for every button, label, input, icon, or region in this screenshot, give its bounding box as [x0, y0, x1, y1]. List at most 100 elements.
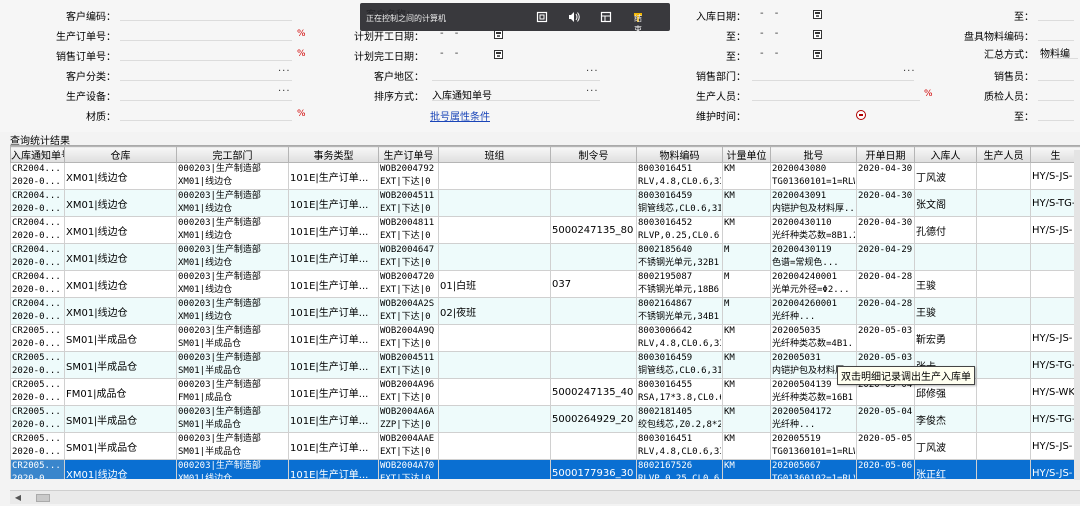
col-header[interactable]: 仓库	[64, 146, 177, 163]
more-button[interactable]: ···	[278, 66, 291, 77]
cell-warehouse[interactable]: XM01|线边仓	[64, 216, 177, 244]
cell-transaction-type[interactable]: 101E|生产订单...	[288, 405, 379, 433]
cell-material-code[interactable]: 8002181405 绞包线芯,Z0.2,8*2.0,3.8,36B1.3+8B4…	[636, 405, 723, 433]
cell-team[interactable]	[438, 378, 551, 406]
cell-mo-no[interactable]	[550, 189, 637, 217]
cell-unit[interactable]: M	[722, 297, 771, 325]
calendar-icon[interactable]	[813, 10, 822, 19]
cell-receiver[interactable]	[914, 243, 977, 271]
sales-order-input[interactable]	[120, 47, 292, 61]
cell-material-code[interactable]: 8002164867 不锈钢光单元,34B1.3+2B4,Φ3.80,常规色谱	[636, 297, 723, 325]
col-header[interactable]: 生	[1030, 146, 1080, 163]
cell-production-order[interactable]: WOB2004A2S EXT|下达|0	[378, 297, 439, 325]
cell-team[interactable]	[438, 189, 551, 217]
cell-producer[interactable]	[976, 189, 1031, 217]
cell-material-code[interactable]: 8002167526 RLVP,0.25,CL0.6,2.7,12B1.2	[636, 459, 723, 479]
cell-production-order[interactable]: WOB2004792 EXT|下达|0	[378, 162, 439, 190]
cell-mo-no[interactable]: 5000177936_30	[550, 459, 637, 479]
cell-mo-no[interactable]	[550, 324, 637, 352]
calendar-icon[interactable]	[813, 50, 822, 59]
cell-extra[interactable]	[1030, 297, 1080, 325]
cell-team[interactable]: 01|白班	[438, 270, 551, 298]
cell-warehouse[interactable]: XM01|线边仓	[64, 270, 177, 298]
table-row[interactable]: CR2005... 2020-0... XM01|线边仓 000203|生产制造部 XM…	[10, 459, 1080, 479]
col-header[interactable]: 开单日期	[856, 146, 915, 163]
cell-notice-no[interactable]: CR2004... 2020-0...	[10, 270, 65, 298]
cell-team[interactable]	[438, 351, 551, 379]
cell-dept[interactable]: 000203|生产制造部 SM01|半成品仓	[176, 351, 289, 379]
customer-category-input[interactable]	[120, 67, 292, 81]
cell-material-code[interactable]: 8003016451 RLV,4.8,CL0.6,3IA1,2.7,16B1.2	[636, 162, 723, 190]
cell-producer[interactable]	[976, 243, 1031, 271]
cell-extra[interactable]	[1030, 270, 1080, 298]
cell-material-code[interactable]: 8003016455 RSA,17*3.8,CL0.6,2.7,16B1.2	[636, 378, 723, 406]
cell-material-code[interactable]: 8003016451 RLV,4.8,CL0.6,3IA1,2.7,16B1.2	[636, 432, 723, 460]
table-row[interactable]: CR2005... 2020-0... SM01|半成品仓 000203|生产制造部 S…	[10, 405, 1080, 433]
cell-transaction-type[interactable]: 101E|生产订单...	[288, 432, 379, 460]
production-order-input[interactable]	[120, 27, 292, 41]
plan-end-date-to[interactable]: - -	[760, 48, 782, 59]
cell-receiver[interactable]: 李俊杰	[914, 405, 977, 433]
cell-material-code[interactable]: 8003016459 铜管线芯,CL0.6,3IA1,2.7,16B1.2	[636, 189, 723, 217]
cell-warehouse[interactable]: XM01|线边仓	[64, 243, 177, 271]
cell-producer[interactable]	[976, 324, 1031, 352]
cell-production-order[interactable]: WOB2004AAE EXT|下达|0	[378, 432, 439, 460]
cell-producer[interactable]	[976, 405, 1031, 433]
inbound-date-to2[interactable]: - -	[760, 28, 782, 39]
cell-receiver[interactable]: 王骏	[914, 270, 977, 298]
cell-mo-no[interactable]: 5000264929_20	[550, 405, 637, 433]
cell-receiver[interactable]: 张正红	[914, 459, 977, 479]
qc-person-input[interactable]	[1038, 87, 1074, 101]
col-header[interactable]: 入库通知单号	[10, 146, 65, 163]
cell-production-order[interactable]: WOB2004647 EXT|下达|0	[378, 243, 439, 271]
calendar-icon[interactable]	[494, 50, 503, 59]
cell-transaction-type[interactable]: 101E|生产订单...	[288, 324, 379, 352]
calendar-icon[interactable]	[494, 30, 503, 39]
cell-warehouse[interactable]: SM01|半成品仓	[64, 432, 177, 460]
cell-date[interactable]: 2020-05-05	[856, 432, 915, 460]
cell-material-code[interactable]: 8003016452 RLVP,0.25,CL0.6,2.7,8B1.2	[636, 216, 723, 244]
cell-team[interactable]	[438, 162, 551, 190]
cell-notice-no[interactable]: CR2005... 2020-0...	[10, 324, 65, 352]
cell-unit[interactable]: KM	[722, 189, 771, 217]
cell-notice-no[interactable]: CR2005... 2020-0...	[10, 405, 65, 433]
table-row[interactable]: CR2004... 2020-0... XM01|线边仓 000203|生产制造部 XM…	[10, 189, 1080, 217]
cell-transaction-type[interactable]: 101E|生产订单...	[288, 351, 379, 379]
cell-batch[interactable]: 2020043080 TG01360101=1=RLW...	[770, 162, 857, 190]
cell-date[interactable]: 2020-04-30	[856, 216, 915, 244]
col-header[interactable]: 计量单位	[722, 146, 771, 163]
cell-team[interactable]	[438, 324, 551, 352]
cell-extra[interactable]: HY/S-JS-	[1030, 162, 1080, 190]
cell-extra[interactable]: HY/S-JS-	[1030, 432, 1080, 460]
col-header[interactable]: 生产订单号	[378, 146, 439, 163]
cell-transaction-type[interactable]: 101E|生产订单...	[288, 243, 379, 271]
cell-batch[interactable]: 202004240001 光单元外径=Φ2...	[770, 270, 857, 298]
cell-receiver[interactable]: 靳宏勇	[914, 324, 977, 352]
cell-unit[interactable]: KM	[722, 432, 771, 460]
cell-warehouse[interactable]: XM01|线边仓	[64, 459, 177, 479]
cell-receiver[interactable]: 王骏	[914, 297, 977, 325]
material-input[interactable]	[120, 107, 292, 121]
cell-notice-no[interactable]: CR2005... 2020-0...	[10, 378, 65, 406]
horizontal-scrollbar[interactable]: ◀	[10, 490, 1080, 504]
cell-dept[interactable]: 000203|生产制造部 SM01|半成品仓	[176, 432, 289, 460]
cell-unit[interactable]: KM	[722, 162, 771, 190]
table-row[interactable]: CR2004... 2020-0... XM01|线边仓 000203|生产制造部 XM…	[10, 243, 1080, 271]
cell-team[interactable]	[438, 432, 551, 460]
cell-batch[interactable]: 202004260001 光纤种...	[770, 297, 857, 325]
cell-producer[interactable]	[976, 270, 1031, 298]
cell-dept[interactable]: 000203|生产制造部 XM01|线边仓	[176, 216, 289, 244]
cell-notice-no[interactable]: CR2005... 2020-0...	[10, 351, 65, 379]
table-row[interactable]: CR2004... 2020-0... XM01|线边仓 000203|生产制造部 XM…	[10, 162, 1080, 190]
cell-dept[interactable]: 000203|生产制造部 SM01|半成品仓	[176, 405, 289, 433]
cell-transaction-type[interactable]: 101E|生产订单...	[288, 459, 379, 479]
col-header[interactable]: 物料编码	[636, 146, 723, 163]
cell-unit[interactable]: KM	[722, 459, 771, 479]
plan-end-date-from[interactable]: - -	[440, 48, 462, 59]
cell-producer[interactable]	[976, 162, 1031, 190]
cell-production-order[interactable]: WOB2004A9Q EXT|下达|0	[378, 324, 439, 352]
cell-transaction-type[interactable]: 101E|生产订单...	[288, 189, 379, 217]
cell-notice-no[interactable]: CR2004... 2020-0...	[10, 162, 65, 190]
cell-producer[interactable]	[976, 216, 1031, 244]
cell-warehouse[interactable]: XM01|线边仓	[64, 189, 177, 217]
